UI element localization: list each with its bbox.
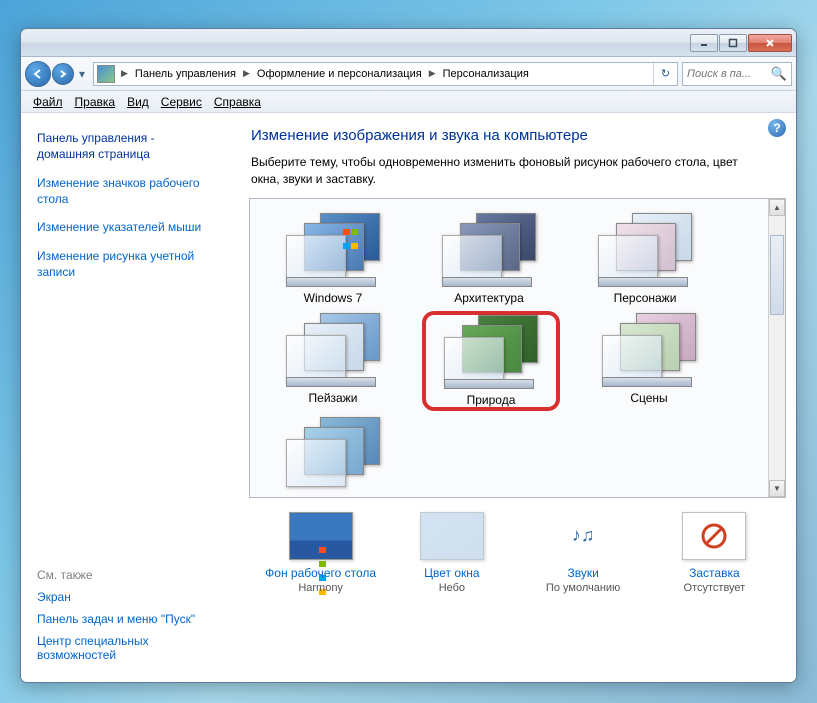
maximize-button[interactable]	[719, 34, 747, 52]
control-panel-icon	[97, 65, 115, 83]
window-color-icon	[420, 512, 484, 560]
scroll-up-button[interactable]: ▲	[769, 199, 785, 216]
setting-title: Заставка	[654, 566, 774, 580]
menu-view[interactable]: Вид	[121, 93, 155, 111]
setting-title: Цвет окна	[392, 566, 512, 580]
menubar: Файл Правка Вид Сервис Справка	[21, 91, 796, 113]
theme-thumb	[278, 213, 388, 285]
chevron-right-icon: ▶	[426, 68, 439, 79]
search-icon[interactable]: 🔍	[771, 66, 787, 82]
setting-title: Звуки	[523, 566, 643, 580]
setting-value: Небо	[392, 582, 512, 594]
minimize-button[interactable]	[690, 34, 718, 52]
theme-scenes[interactable]: Сцены	[584, 313, 714, 409]
search-input[interactable]	[687, 68, 767, 80]
sidebar-link-mouse-pointers[interactable]: Изменение указателей мыши	[37, 219, 227, 235]
navbar: ▾ ▶ Панель управления ▶ Оформление и пер…	[21, 57, 796, 91]
setting-desktop-background[interactable]: Фон рабочего стола Harmony	[261, 512, 381, 594]
sidebar-see-also-header: См. также	[37, 568, 227, 582]
theme-partial[interactable]	[268, 417, 398, 495]
windows-flag-icon	[316, 543, 330, 553]
nav-history-dropdown[interactable]: ▾	[75, 63, 89, 85]
menu-help[interactable]: Справка	[208, 93, 267, 111]
chevron-right-icon: ▶	[240, 68, 253, 79]
screensaver-icon	[682, 512, 746, 560]
content: ? Изменение изображения и звука на компь…	[239, 113, 796, 682]
theme-thumb	[278, 313, 388, 385]
sidebar-home-link[interactable]: Панель управления -	[37, 131, 227, 145]
help-icon[interactable]: ?	[768, 119, 786, 137]
menu-edit[interactable]: Правка	[69, 93, 122, 111]
theme-windows7[interactable]: Windows 7	[268, 213, 398, 305]
theme-label: Архитектура	[424, 291, 554, 305]
setting-window-color[interactable]: Цвет окна Небо	[392, 512, 512, 594]
setting-value: Harmony	[261, 582, 381, 594]
breadcrumb-control-panel[interactable]: Панель управления	[131, 68, 240, 80]
personalization-window: ▾ ▶ Панель управления ▶ Оформление и пер…	[20, 28, 797, 683]
back-button[interactable]	[25, 61, 51, 87]
setting-sounds[interactable]: ♪♫ Звуки По умолчанию	[523, 512, 643, 594]
sidebar-also-accessibility[interactable]: Центр специальных возможностей	[37, 634, 227, 662]
body: Панель управления - домашняя страница Из…	[21, 113, 796, 682]
setting-screensaver[interactable]: Заставка Отсутствует	[654, 512, 774, 594]
sounds-icon: ♪♫	[551, 512, 615, 560]
theme-thumb	[594, 313, 704, 385]
nav-buttons: ▾	[25, 61, 89, 87]
close-button[interactable]	[748, 34, 792, 52]
breadcrumb-personalization[interactable]: Персонализация	[439, 68, 533, 80]
bottom-settings-row: Фон рабочего стола Harmony Цвет окна Неб…	[247, 512, 788, 594]
theme-thumb	[278, 417, 388, 489]
theme-label: Природа	[426, 393, 556, 407]
sidebar-also-display[interactable]: Экран	[37, 590, 227, 604]
theme-label: Windows 7	[268, 291, 398, 305]
theme-label: Персонажи	[580, 291, 710, 305]
setting-title: Фон рабочего стола	[261, 566, 381, 580]
search-box[interactable]: 🔍	[682, 62, 792, 86]
setting-value: Отсутствует	[654, 582, 774, 594]
sidebar-link-desktop-icons[interactable]: Изменение значков рабочего стола	[37, 175, 227, 207]
refresh-button[interactable]: ↻	[653, 63, 677, 85]
sidebar: Панель управления - домашняя страница Из…	[21, 113, 239, 682]
theme-thumb	[434, 213, 544, 285]
theme-thumb	[436, 315, 546, 387]
theme-characters[interactable]: Персонажи	[580, 213, 710, 305]
scroll-thumb[interactable]	[770, 235, 784, 315]
menu-file[interactable]: Файл	[27, 93, 69, 111]
sidebar-link-account-picture[interactable]: Изменение рисунка учетной записи	[37, 248, 227, 280]
scrollbar[interactable]: ▲ ▼	[768, 199, 785, 497]
titlebar	[21, 29, 796, 57]
theme-thumb	[590, 213, 700, 285]
theme-architecture[interactable]: Архитектура	[424, 213, 554, 305]
theme-label: Сцены	[584, 391, 714, 405]
page-description: Выберите тему, чтобы одновременно измени…	[247, 154, 788, 188]
forward-button[interactable]	[52, 63, 74, 85]
page-title: Изменение изображения и звука на компьют…	[247, 127, 788, 144]
setting-value: По умолчанию	[523, 582, 643, 594]
address-bar[interactable]: ▶ Панель управления ▶ Оформление и персо…	[93, 62, 678, 86]
scroll-down-button[interactable]: ▼	[769, 480, 785, 497]
themes-box: Windows 7 Архитектура	[249, 198, 786, 498]
windows-flag-icon	[342, 225, 358, 237]
sidebar-also-taskbar[interactable]: Панель задач и меню "Пуск"	[37, 612, 227, 626]
theme-label: Пейзажи	[268, 391, 398, 405]
menu-tools[interactable]: Сервис	[155, 93, 208, 111]
chevron-right-icon: ▶	[118, 68, 131, 79]
themes-grid: Windows 7 Архитектура	[250, 199, 785, 495]
theme-landscapes[interactable]: Пейзажи	[268, 313, 398, 409]
sidebar-home-link-2[interactable]: домашняя страница	[37, 147, 227, 161]
theme-nature[interactable]: Природа	[424, 313, 558, 409]
desktop-bg-icon	[289, 512, 353, 560]
breadcrumb-appearance[interactable]: Оформление и персонализация	[253, 68, 426, 80]
